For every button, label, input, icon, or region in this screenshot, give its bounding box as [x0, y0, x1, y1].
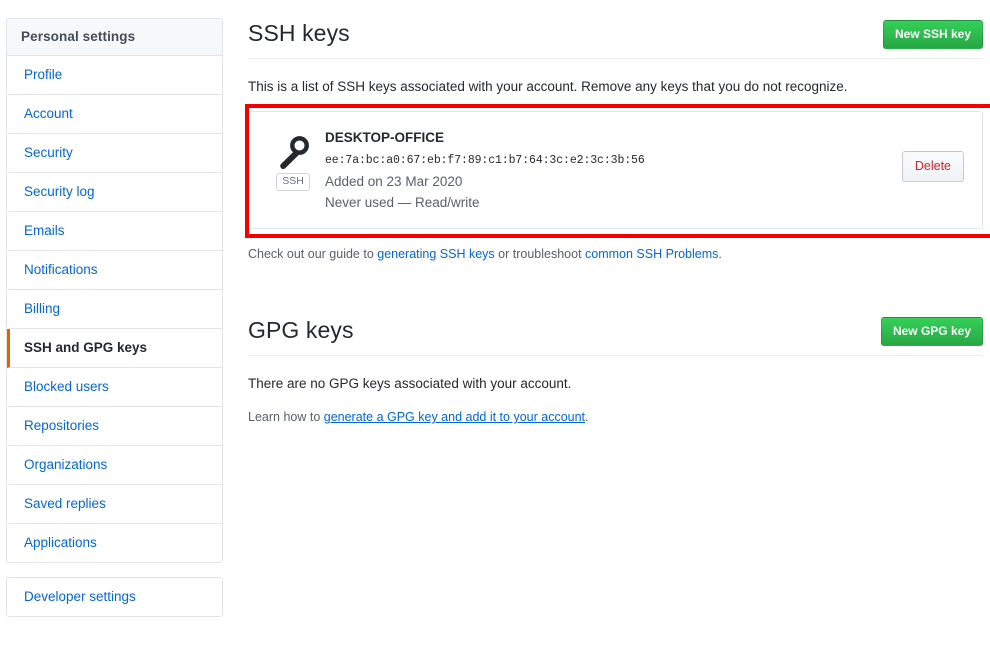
sidebar-item-billing[interactable]: Billing: [7, 290, 222, 329]
new-gpg-key-button[interactable]: New GPG key: [880, 317, 983, 346]
sidebar-item-security[interactable]: Security: [7, 134, 222, 173]
gpg-learn-suffix: .: [585, 410, 589, 424]
gpg-keys-header: GPG keys New GPG key: [248, 315, 983, 356]
ssh-key-type-badge: SSH: [276, 173, 310, 191]
sidebar-item-blocked-users[interactable]: Blocked users: [7, 368, 222, 407]
sidebar-item-applications[interactable]: Applications: [7, 524, 222, 562]
ssh-key-fingerprint: ee:7a:bc:a0:67:eb:f7:89:c1:b7:64:3c:e2:3…: [325, 154, 645, 167]
ssh-keys-header: SSH keys New SSH key: [248, 18, 983, 59]
sidebar: Personal settings Profile Account Securi…: [6, 18, 223, 617]
sidebar-item-repositories[interactable]: Repositories: [7, 407, 222, 446]
sidebar-item-security-log[interactable]: Security log: [7, 173, 222, 212]
sidebar-header: Personal settings: [7, 19, 222, 56]
generate-gpg-key-link[interactable]: generate a GPG key and add it to your ac…: [324, 410, 585, 424]
common-ssh-problems-link[interactable]: common SSH Problems: [585, 247, 718, 261]
sidebar-item-developer-settings[interactable]: Developer settings: [7, 578, 222, 616]
sidebar-item-emails[interactable]: Emails: [7, 212, 222, 251]
sidebar-item-saved-replies[interactable]: Saved replies: [7, 485, 222, 524]
gpg-keys-section: GPG keys New GPG key There are no GPG ke…: [248, 315, 983, 426]
ssh-guide-suffix: .: [718, 247, 722, 261]
developer-settings-nav: Developer settings: [6, 577, 223, 617]
ssh-key-info: DESKTOP-OFFICE ee:7a:bc:a0:67:eb:f7:89:c…: [319, 126, 902, 213]
ssh-key-icon-column: SSH: [267, 126, 319, 191]
sidebar-item-account[interactable]: Account: [7, 95, 222, 134]
sidebar-item-profile[interactable]: Profile: [7, 56, 222, 95]
gpg-learn-text: Learn how to generate a GPG key and add …: [248, 408, 983, 426]
ssh-keys-description: This is a list of SSH keys associated wi…: [248, 79, 848, 94]
personal-settings-nav: Personal settings Profile Account Securi…: [6, 18, 223, 563]
new-ssh-key-button[interactable]: New SSH key: [882, 20, 983, 49]
generating-ssh-keys-link[interactable]: generating SSH keys: [377, 247, 494, 261]
gpg-learn-prefix: Learn how to: [248, 410, 324, 424]
delete-ssh-key-button[interactable]: Delete: [901, 151, 964, 182]
main-content: SSH keys New SSH key This is a list of S…: [248, 18, 983, 439]
ssh-keys-list: SSH DESKTOP-OFFICE ee:7a:bc:a0:67:eb:f7:…: [248, 111, 983, 229]
ssh-key-title: DESKTOP-OFFICE: [325, 130, 445, 145]
ssh-guide-middle: or troubleshoot: [494, 247, 586, 261]
ssh-key-row: SSH DESKTOP-OFFICE ee:7a:bc:a0:67:eb:f7:…: [249, 112, 982, 228]
sidebar-item-organizations[interactable]: Organizations: [7, 446, 222, 485]
ssh-key-usage: Never used — Read/write: [325, 195, 480, 210]
settings-page: Personal settings Profile Account Securi…: [0, 0, 990, 658]
key-icon: [280, 136, 309, 169]
ssh-guide-text: Check out our guide to generating SSH ke…: [248, 245, 983, 263]
ssh-key-added-date: Added on 23 Mar 2020: [325, 174, 463, 189]
gpg-empty-message: There are no GPG keys associated with yo…: [248, 376, 572, 391]
sidebar-item-ssh-and-gpg-keys[interactable]: SSH and GPG keys: [7, 329, 222, 368]
ssh-guide-prefix: Check out our guide to: [248, 247, 378, 261]
gpg-keys-title: GPG keys: [248, 317, 354, 343]
sidebar-item-notifications[interactable]: Notifications: [7, 251, 222, 290]
ssh-keys-title: SSH keys: [248, 20, 350, 46]
